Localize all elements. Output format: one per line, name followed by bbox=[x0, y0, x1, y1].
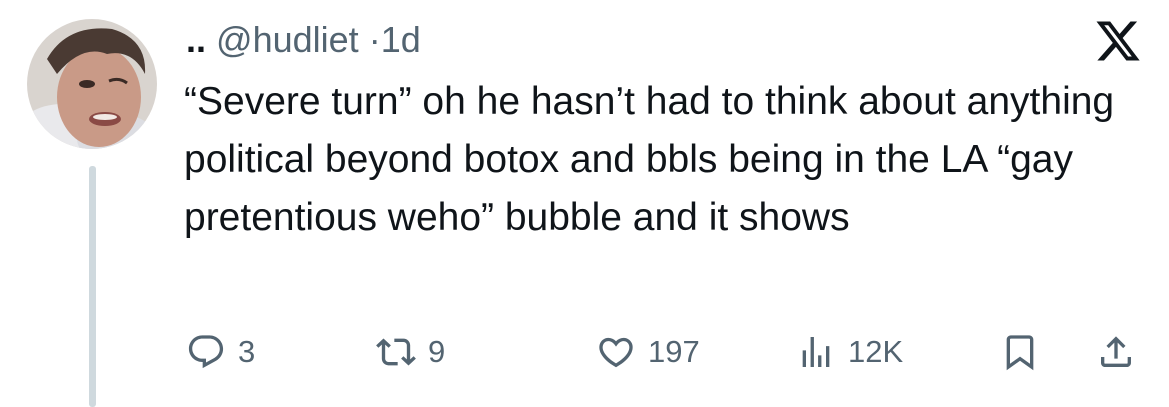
reply-count: 3 bbox=[238, 334, 256, 369]
views-count: 12K bbox=[848, 334, 904, 369]
handle[interactable]: @hudliet bbox=[216, 19, 359, 60]
heart-icon bbox=[596, 332, 636, 372]
action-bar: 3 9 197 12K bbox=[186, 322, 1146, 382]
timestamp[interactable]: 1d bbox=[381, 19, 421, 60]
bookmark-icon bbox=[1000, 332, 1040, 372]
retweet-count: 9 bbox=[428, 334, 446, 369]
retweet-button[interactable]: 9 bbox=[376, 322, 445, 382]
reply-icon bbox=[186, 332, 226, 372]
like-button[interactable]: 197 bbox=[596, 322, 700, 382]
display-name[interactable]: .. bbox=[186, 19, 206, 60]
views-icon bbox=[796, 332, 836, 372]
like-count: 197 bbox=[648, 334, 700, 369]
share-icon bbox=[1096, 332, 1136, 372]
separator: · bbox=[368, 19, 381, 60]
bookmark-button[interactable] bbox=[1000, 322, 1040, 382]
x-logo-icon bbox=[1094, 17, 1142, 65]
reply-button[interactable]: 3 bbox=[186, 322, 255, 382]
avatar[interactable] bbox=[27, 19, 157, 149]
avatar-photo bbox=[27, 19, 157, 149]
tweet-text: “Severe turn” oh he hasn’t had to think … bbox=[184, 80, 1115, 239]
retweet-icon bbox=[376, 332, 416, 372]
views-button[interactable]: 12K bbox=[796, 322, 903, 382]
thread-line bbox=[89, 166, 96, 407]
tweet-header: .. @hudliet ·1d bbox=[186, 18, 421, 62]
share-button[interactable] bbox=[1096, 322, 1136, 382]
